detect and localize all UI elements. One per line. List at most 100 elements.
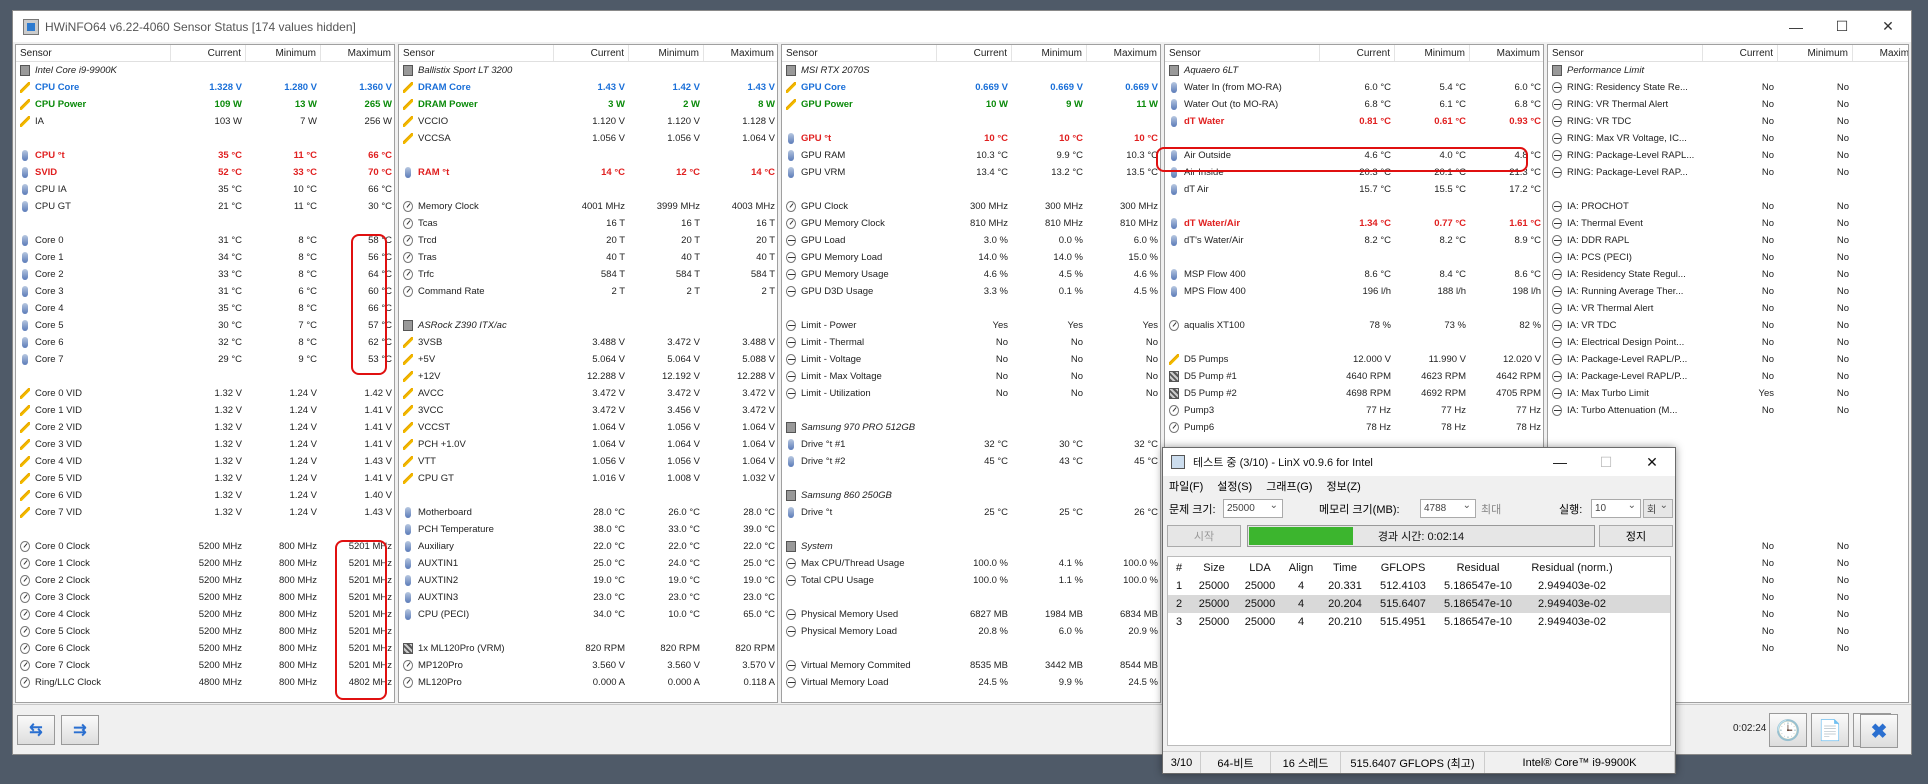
sensor-row[interactable]: GPU Power 10 W 9 W 11 W bbox=[782, 96, 1160, 113]
sensor-row[interactable]: Tcas 16 T 16 T 16 T bbox=[399, 215, 777, 232]
sensor-row[interactable]: Trcd 20 T 20 T 20 T bbox=[399, 232, 777, 249]
sensor-row[interactable]: GPU RAM 10.3 °C 9.9 °C 10.3 °C bbox=[782, 147, 1160, 164]
sensor-row[interactable]: PCH Temperature 38.0 °C 33.0 °C 39.0 °C bbox=[399, 521, 777, 538]
sensor-row[interactable]: 3VCC 3.472 V 3.456 V 3.472 V bbox=[399, 402, 777, 419]
sensor-row[interactable]: Core 4 35 °C 8 °C 66 °C bbox=[16, 300, 394, 317]
sensor-row[interactable]: ML120Pro 0.000 A 0.000 A 0.118 A bbox=[399, 674, 777, 691]
sensor-row[interactable]: Core 2 VID 1.32 V 1.24 V 1.41 V bbox=[16, 419, 394, 436]
header-current[interactable]: Current bbox=[554, 45, 629, 61]
sensor-row[interactable]: Core 6 VID 1.32 V 1.24 V 1.40 V bbox=[16, 487, 394, 504]
sensor-row[interactable]: GPU Memory Usage 4.6 % 4.5 % 4.6 % bbox=[782, 266, 1160, 283]
sensor-row[interactable]: Pump3 77 Hz 77 Hz 77 Hz bbox=[1165, 402, 1543, 419]
sensor-group-header[interactable]: Ballistix Sport LT 3200 bbox=[399, 62, 777, 79]
menu-info[interactable]: 정보(Z) bbox=[1326, 478, 1360, 494]
sensor-row[interactable]: AUXTIN2 19.0 °C 19.0 °C 19.0 °C bbox=[399, 572, 777, 589]
sensor-row[interactable]: PCH +1.0V 1.064 V 1.064 V 1.064 V bbox=[399, 436, 777, 453]
header-maximum[interactable]: Maximum bbox=[704, 45, 777, 61]
sensor-row[interactable]: aqualis XT100 78 % 73 % 82 % bbox=[1165, 317, 1543, 334]
sensor-group-header[interactable]: Intel Core i9-9900K bbox=[16, 62, 394, 79]
menu-settings[interactable]: 설정(S) bbox=[1217, 478, 1252, 494]
sensor-row[interactable]: IA: Max Turbo Limit Yes No Yes bbox=[1548, 385, 1908, 402]
sensor-row[interactable]: +5V 5.064 V 5.064 V 5.088 V bbox=[399, 351, 777, 368]
sensor-row[interactable]: D5 Pumps 12.000 V 11.990 V 12.020 V bbox=[1165, 351, 1543, 368]
sensor-row[interactable]: Limit - Power Yes Yes Yes bbox=[782, 317, 1160, 334]
memory-size-select[interactable]: 4788 bbox=[1420, 499, 1476, 518]
sensor-row[interactable]: Core 6 32 °C 8 °C 62 °C bbox=[16, 334, 394, 351]
sensor-row[interactable]: AUXTIN3 23.0 °C 23.0 °C 23.0 °C bbox=[399, 589, 777, 606]
sensor-row[interactable]: IA: VR TDC No No No bbox=[1548, 317, 1908, 334]
sensor-row[interactable]: Limit - Thermal No No No bbox=[782, 334, 1160, 351]
sensor-row[interactable]: Virtual Memory Load 24.5 % 9.9 % 24.5 % bbox=[782, 674, 1160, 691]
sensor-row[interactable]: DRAM Power 3 W 2 W 8 W bbox=[399, 96, 777, 113]
sensor-row[interactable]: GPU Memory Clock 810 MHz 810 MHz 810 MHz bbox=[782, 215, 1160, 232]
sensor-row[interactable]: CPU °t 35 °C 11 °C 66 °C bbox=[16, 147, 394, 164]
sensor-row[interactable]: Core 3 31 °C 6 °C 60 °C bbox=[16, 283, 394, 300]
sensor-row[interactable]: GPU VRM 13.4 °C 13.2 °C 13.5 °C bbox=[782, 164, 1160, 181]
stop-button[interactable]: 정지 bbox=[1599, 525, 1673, 547]
linx-title-bar[interactable]: 테스트 중 (3/10) - LinX v0.9.6 for Intel — ☐… bbox=[1163, 448, 1675, 476]
sensor-row[interactable]: Core 1 34 °C 8 °C 56 °C bbox=[16, 249, 394, 266]
header-sensor[interactable]: Sensor bbox=[1548, 45, 1703, 61]
sensor-row[interactable]: dT Water 0.81 °C 0.61 °C 0.93 °C bbox=[1165, 113, 1543, 130]
sensor-row[interactable]: GPU Core 0.669 V 0.669 V 0.669 V bbox=[782, 79, 1160, 96]
header-minimum[interactable]: Minimum bbox=[1778, 45, 1853, 61]
sensor-row[interactable]: CPU IA 35 °C 10 °C 66 °C bbox=[16, 181, 394, 198]
sensor-group-header[interactable]: Samsung 860 250GB bbox=[782, 487, 1160, 504]
sensor-row[interactable]: Core 7 VID 1.32 V 1.24 V 1.43 V bbox=[16, 504, 394, 521]
sensor-row[interactable]: IA: Thermal Event No No No bbox=[1548, 215, 1908, 232]
sensor-row[interactable]: Core 2 33 °C 8 °C 64 °C bbox=[16, 266, 394, 283]
sensor-row[interactable]: 3VSB 3.488 V 3.472 V 3.488 V bbox=[399, 334, 777, 351]
header-maximum[interactable]: Maximum bbox=[1853, 45, 1908, 61]
sensor-row[interactable]: GPU Clock 300 MHz 300 MHz 300 MHz bbox=[782, 198, 1160, 215]
sensor-column-3[interactable]: Sensor Current Minimum Maximum MSI RTX 2070S… bbox=[781, 44, 1161, 703]
sensor-row[interactable]: Core 4 VID 1.32 V 1.24 V 1.43 V bbox=[16, 453, 394, 470]
sensor-row[interactable]: Virtual Memory Commited 8535 MB 3442 MB 854… bbox=[782, 657, 1160, 674]
runs-select[interactable]: 10 bbox=[1591, 499, 1641, 518]
results-row[interactable]: 2 25000 25000 4 20.204 515.6407 5.186547e-10 2.… bbox=[1168, 595, 1670, 613]
header-minimum[interactable]: Minimum bbox=[246, 45, 321, 61]
nav-left-right-button[interactable]: ⇆ bbox=[17, 715, 55, 745]
header-maximum[interactable]: Maximum bbox=[1470, 45, 1543, 61]
sensor-row[interactable]: CPU (PECI) 34.0 °C 10.0 °C 65.0 °C bbox=[399, 606, 777, 623]
sensor-group-header[interactable]: MSI RTX 2070S bbox=[782, 62, 1160, 79]
sensor-row[interactable]: Tras 40 T 40 T 40 T bbox=[399, 249, 777, 266]
sensor-row[interactable]: RING: Max VR Voltage, IC... No No No bbox=[1548, 130, 1908, 147]
sensor-row[interactable]: SVID 52 °C 33 °C 70 °C bbox=[16, 164, 394, 181]
header-sensor[interactable]: Sensor bbox=[782, 45, 937, 61]
sensor-row[interactable]: Core 0 31 °C 8 °C 58 °C bbox=[16, 232, 394, 249]
sensor-group-header[interactable]: System bbox=[782, 538, 1160, 555]
sensor-row[interactable]: DRAM Core 1.43 V 1.42 V 1.43 V bbox=[399, 79, 777, 96]
sensor-row[interactable]: RING: VR TDC No No No bbox=[1548, 113, 1908, 130]
sensor-row[interactable]: RING: Package-Level RAP... No No No bbox=[1548, 164, 1908, 181]
sensor-row[interactable]: IA: DDR RAPL No No No bbox=[1548, 232, 1908, 249]
sensor-group-header[interactable]: Performance Limit bbox=[1548, 62, 1908, 79]
header-current[interactable]: Current bbox=[1320, 45, 1395, 61]
sensor-row[interactable]: MP120Pro 3.560 V 3.560 V 3.570 V bbox=[399, 657, 777, 674]
sensor-group-header[interactable]: Samsung 970 PRO 512GB bbox=[782, 419, 1160, 436]
sensor-row[interactable]: Motherboard 28.0 °C 26.0 °C 28.0 °C bbox=[399, 504, 777, 521]
sensor-row[interactable]: GPU Load 3.0 % 0.0 % 6.0 % bbox=[782, 232, 1160, 249]
sensor-row[interactable]: Pump6 78 Hz 78 Hz 78 Hz bbox=[1165, 419, 1543, 436]
sensor-row[interactable]: VCCSA 1.056 V 1.056 V 1.064 V bbox=[399, 130, 777, 147]
header-minimum[interactable]: Minimum bbox=[1395, 45, 1470, 61]
sensor-row[interactable]: dT Water/Air 1.34 °C 0.77 °C 1.61 °C bbox=[1165, 215, 1543, 232]
header-current[interactable]: Current bbox=[171, 45, 246, 61]
sensor-row[interactable]: IA: Electrical Design Point... No No No bbox=[1548, 334, 1908, 351]
sensor-row[interactable]: Command Rate 2 T 2 T 2 T bbox=[399, 283, 777, 300]
header-minimum[interactable]: Minimum bbox=[629, 45, 704, 61]
sensor-row[interactable]: AVCC 3.472 V 3.472 V 3.472 V bbox=[399, 385, 777, 402]
sensor-row[interactable]: IA: PROCHOT No No No bbox=[1548, 198, 1908, 215]
sensor-row[interactable]: VCCIO 1.120 V 1.120 V 1.128 V bbox=[399, 113, 777, 130]
sensor-row[interactable]: GPU D3D Usage 3.3 % 0.1 % 4.5 % bbox=[782, 283, 1160, 300]
sensor-row[interactable]: Core 5 VID 1.32 V 1.24 V 1.41 V bbox=[16, 470, 394, 487]
sensor-row[interactable]: dT Air 15.7 °C 15.5 °C 17.2 °C bbox=[1165, 181, 1543, 198]
sensor-row[interactable]: Core 5 30 °C 7 °C 57 °C bbox=[16, 317, 394, 334]
sensor-row[interactable]: Memory Clock 4001 MHz 3999 MHz 4003 MHz bbox=[399, 198, 777, 215]
header-maximum[interactable]: Maximum bbox=[321, 45, 394, 61]
maximize-button[interactable]: ☐ bbox=[1819, 11, 1865, 42]
sensor-row[interactable]: Core 3 VID 1.32 V 1.24 V 1.41 V bbox=[16, 436, 394, 453]
sensor-row[interactable]: dT's Water/Air 8.2 °C 8.2 °C 8.9 °C bbox=[1165, 232, 1543, 249]
sensor-row[interactable]: Physical Memory Load 20.8 % 6.0 % 20.9 % bbox=[782, 623, 1160, 640]
minimize-button[interactable]: — bbox=[1773, 11, 1819, 42]
sensor-row[interactable]: AUXTIN1 25.0 °C 24.0 °C 25.0 °C bbox=[399, 555, 777, 572]
